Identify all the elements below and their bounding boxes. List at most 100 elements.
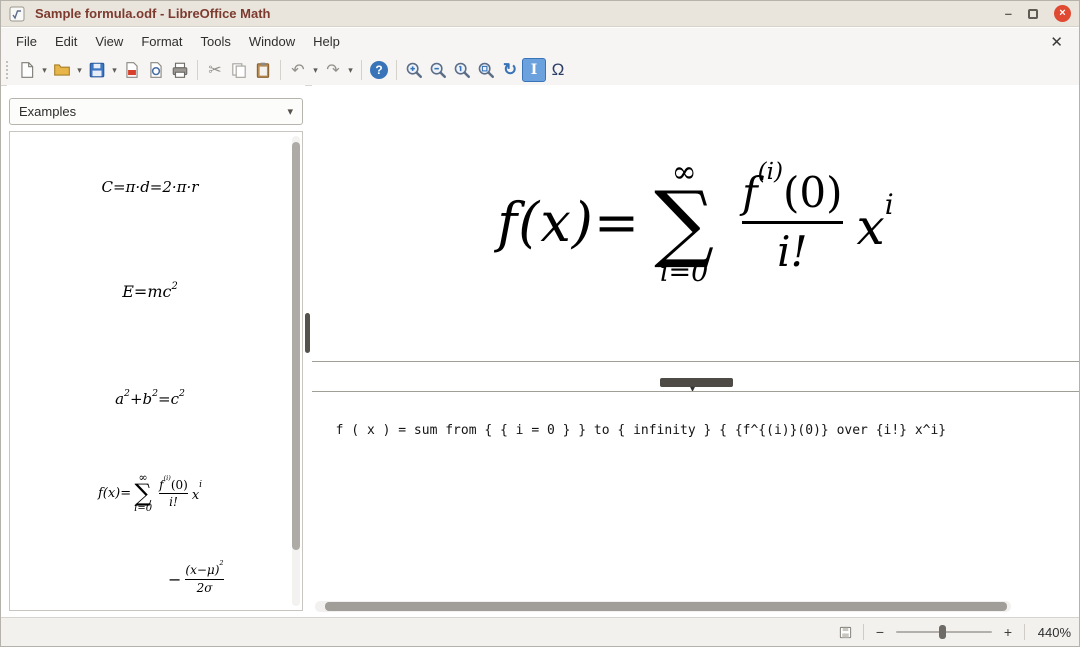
zoom-in-button[interactable] — [402, 58, 426, 82]
example-taylor-series-formula[interactable]: f(x)= ∞ ∑ i=0 f(i)(0) i! xi — [10, 472, 290, 515]
paste-button[interactable] — [251, 58, 275, 82]
examples-scrollbar[interactable] — [292, 136, 300, 606]
formula-text: +b — [130, 390, 152, 408]
vertical-splitter-handle[interactable] — [305, 313, 310, 353]
formula-text: (0) — [783, 168, 843, 217]
elements-category-select[interactable]: Examples ▾ — [9, 98, 303, 125]
statusbar-right-group: − + 440% — [838, 618, 1071, 646]
small-rendered-formula: f(x)= ∞ ∑ i=0 f(i)(0) i! xi — [98, 472, 202, 515]
sigma-symbol: ∑ — [135, 483, 152, 503]
zoom-slider[interactable] — [896, 623, 992, 641]
formula-text: i! — [777, 230, 807, 274]
app-icon — [9, 6, 25, 22]
copy-button[interactable] — [227, 58, 251, 82]
statusbar-separator — [863, 624, 864, 640]
menu-file[interactable]: File — [7, 29, 46, 54]
scrollbar-thumb[interactable] — [325, 602, 1007, 611]
formula-text: (x) — [518, 191, 594, 254]
print-preview-button[interactable] — [144, 58, 168, 82]
fraction-bar — [185, 579, 223, 580]
print-button[interactable] — [168, 58, 192, 82]
toolbar-separator — [280, 60, 281, 80]
open-button[interactable] — [50, 58, 74, 82]
redo-button[interactable]: ↷ — [321, 58, 345, 82]
save-floppy-icon — [88, 61, 106, 79]
undo-button[interactable]: ↶ — [286, 58, 310, 82]
horizontal-splitter-handle[interactable] — [660, 378, 733, 387]
restore-button[interactable] — [1028, 9, 1038, 19]
editor-horizontal-scrollbar[interactable] — [315, 601, 1011, 612]
example-gaussian-formula[interactable]: − (x−μ)2 2σ — [10, 564, 290, 594]
formula-command-editor[interactable]: f ( x ) = sum from { { i = 0 } } to { in… — [312, 391, 1079, 617]
minimize-button[interactable]: – — [1005, 7, 1012, 20]
document-modified-icon — [838, 625, 853, 640]
save-button[interactable] — [85, 58, 109, 82]
new-button[interactable] — [15, 58, 39, 82]
redo-dropdown-arrow[interactable]: ▾ — [345, 65, 356, 76]
chevron-down-icon: ▾ — [287, 105, 293, 118]
fraction: f(i)(0) i! — [159, 479, 188, 509]
menu-view[interactable]: View — [86, 29, 132, 54]
save-dropdown-arrow[interactable]: ▾ — [109, 65, 120, 76]
paste-clipboard-icon — [254, 61, 272, 79]
formula-preview-area[interactable]: f(x)= ∞ ∑ i=0 f(i)(0) i! xi — [312, 85, 1079, 362]
toolbar-grip[interactable] — [6, 61, 11, 79]
formula-superscript: i — [885, 188, 894, 221]
help-icon: ? — [370, 61, 388, 79]
formula-text: x — [192, 488, 199, 503]
symbols-catalog-button[interactable]: Ω — [546, 58, 570, 82]
rendered-formula: f(x)= ∞ ∑ i=0 f(i)(0) i! xi — [497, 158, 893, 288]
omega-icon: Ω — [552, 60, 565, 80]
window-title: Sample formula.odf - LibreOffice Math — [35, 6, 270, 21]
open-dropdown-arrow[interactable]: ▾ — [74, 65, 85, 76]
menu-help[interactable]: Help — [304, 29, 349, 54]
show-all-button[interactable] — [474, 58, 498, 82]
zoom-all-icon — [477, 61, 495, 79]
new-dropdown-arrow[interactable]: ▾ — [39, 65, 50, 76]
print-preview-icon — [147, 61, 165, 79]
zoom-slider-thumb[interactable] — [939, 625, 946, 639]
window-controls: – × — [1005, 5, 1071, 22]
help-button[interactable]: ? — [367, 58, 391, 82]
copy-icon — [230, 61, 248, 79]
example-pythagoras-formula[interactable]: a2+b2=c2 — [10, 390, 290, 408]
menu-tools[interactable]: Tools — [191, 29, 239, 54]
formula-text: =c — [158, 390, 179, 408]
toolbar-separator — [197, 60, 198, 80]
formula-text: i! — [169, 496, 178, 509]
scrollbar-thumb[interactable] — [292, 142, 300, 550]
zoom-in-button[interactable]: + — [1002, 624, 1014, 640]
command-text: f ( x ) = sum from { { i = 0 } } to { in… — [336, 423, 946, 438]
formula-text: C=π·d=2·π·r — [102, 178, 199, 196]
example-emc2-formula[interactable]: E=mc2 — [10, 282, 290, 301]
export-pdf-button[interactable] — [120, 58, 144, 82]
formula-cursor-toggle[interactable]: I — [522, 58, 546, 82]
formula-text: = — [594, 191, 640, 254]
example-circle-formula[interactable]: C=π·d=2·π·r — [10, 178, 290, 196]
undo-arrow-icon: ↶ — [291, 60, 304, 80]
titlebar[interactable]: Sample formula.odf - LibreOffice Math – … — [1, 1, 1079, 27]
update-button[interactable]: ↻ — [498, 58, 522, 82]
new-document-icon — [18, 61, 36, 79]
zoom-level-value[interactable]: 440% — [1035, 625, 1071, 640]
zoom-100-button[interactable] — [450, 58, 474, 82]
formula-text: (x−μ) — [185, 563, 219, 577]
close-document-button[interactable]: ✕ — [1040, 33, 1073, 51]
small-rendered-formula: − (x−μ)2 2σ — [168, 564, 228, 594]
toolbar-separator — [361, 60, 362, 80]
fraction-bar — [742, 221, 842, 224]
formula-text: (x) — [103, 486, 120, 501]
menu-format[interactable]: Format — [132, 29, 191, 54]
power-term: xi — [192, 484, 202, 503]
cut-button[interactable]: ✂ — [203, 58, 227, 82]
elements-dock: Examples ▾ C=π·d=2·π·r E=mc2 a2+b2=c2 f(… — [7, 85, 305, 617]
zoom-out-button[interactable] — [426, 58, 450, 82]
sigma-symbol: ∑ — [654, 188, 714, 257]
fraction: (x−μ)2 2σ — [185, 564, 223, 594]
zoom-out-button[interactable]: − — [874, 624, 886, 640]
text-cursor-icon: I — [531, 62, 538, 78]
menu-edit[interactable]: Edit — [46, 29, 86, 54]
close-button[interactable]: × — [1054, 5, 1071, 22]
menu-window[interactable]: Window — [240, 29, 304, 54]
undo-dropdown-arrow[interactable]: ▾ — [310, 65, 321, 76]
